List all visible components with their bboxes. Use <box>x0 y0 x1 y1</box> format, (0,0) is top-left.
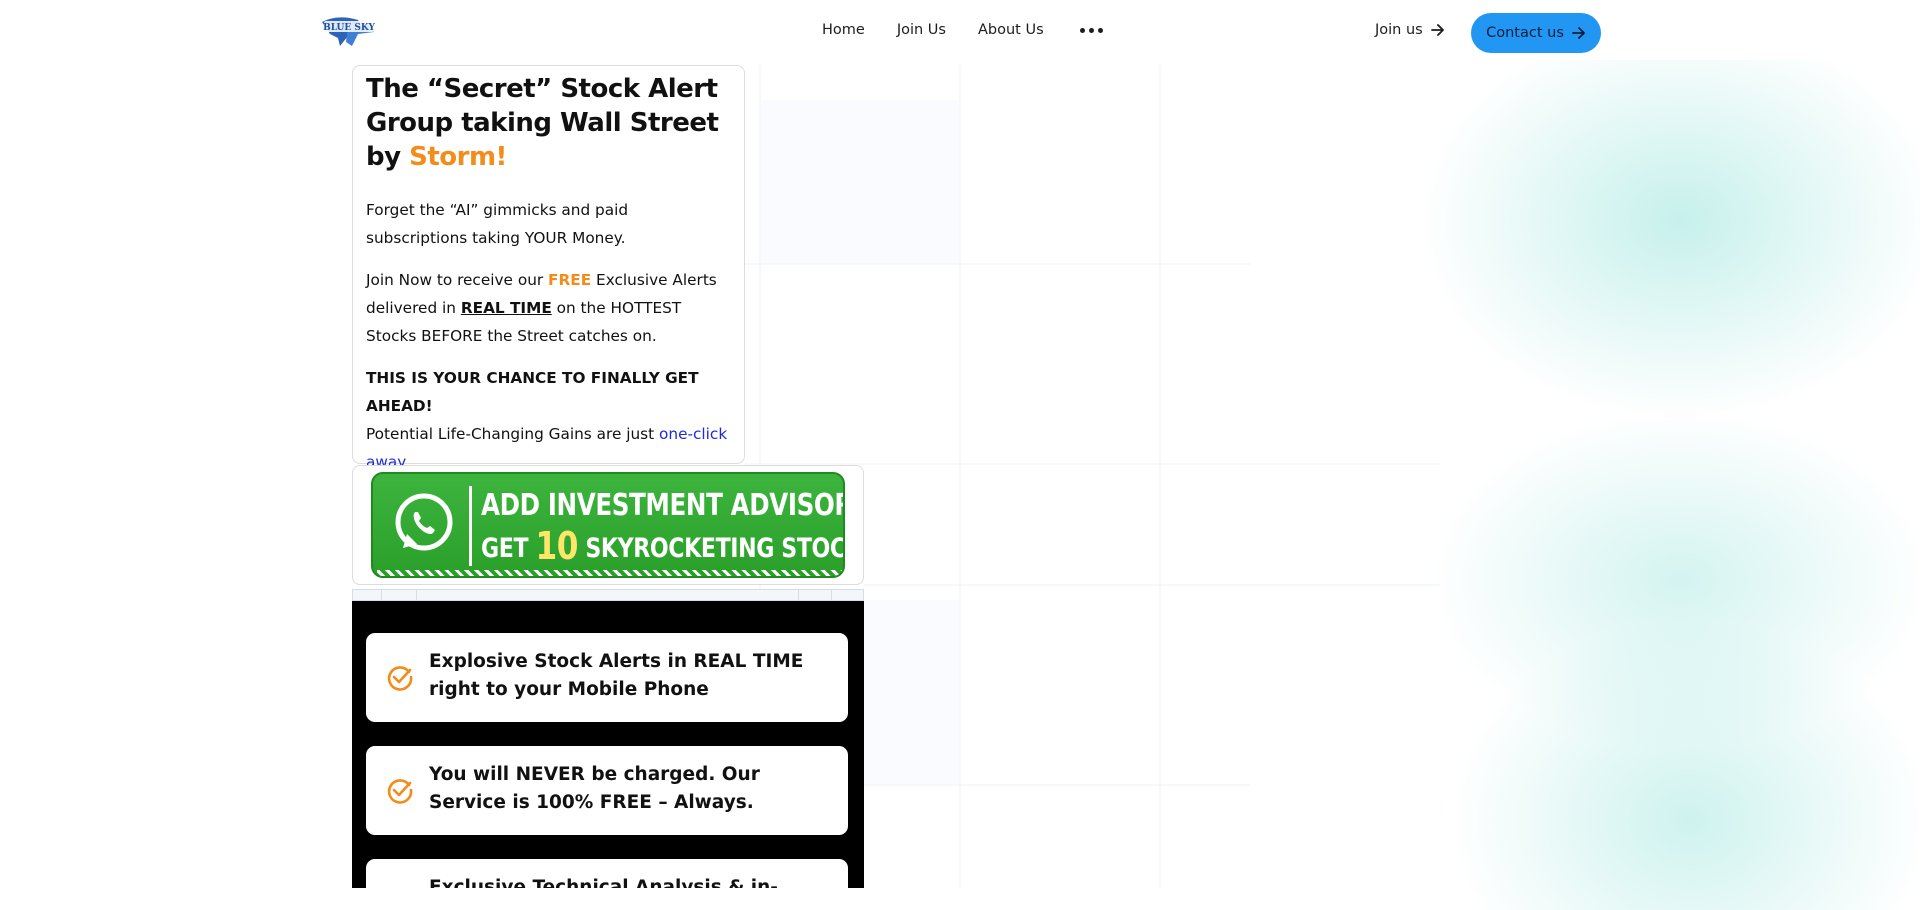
whatsapp-icon <box>395 493 453 551</box>
svg-text:BLUE SKY: BLUE SKY <box>323 23 375 33</box>
hero-title: The “Secret” Stock Alert Group taking Wa… <box>366 72 732 174</box>
top-navbar: BLUE SKY Home Join Us About Us Join us C… <box>0 0 1920 66</box>
chance-headline: THIS IS YOUR CHANCE TO FINALLY GET AHEAD… <box>366 369 699 415</box>
banner-line-1: ADD INVESTMENT ADVISOR <box>481 488 845 523</box>
hero-paragraph-3: THIS IS YOUR CHANCE TO FINALLY GET AHEAD… <box>366 364 732 476</box>
banner-number: 10 <box>535 524 579 568</box>
feature-text: Exclusive Technical Analysis & in-depth <box>429 877 778 888</box>
arrow-right-icon <box>1571 27 1585 39</box>
main-nav: Home Join Us About Us <box>822 22 1103 38</box>
whatsapp-advisor-banner[interactable]: ADD INVESTMENT ADVISOR GET 10 SKYROCKETI… <box>371 472 845 578</box>
feature-item: Explosive Stock Alerts in REAL TIME righ… <box>366 633 848 722</box>
join-us-link[interactable]: Join us <box>1375 22 1445 38</box>
nav-home[interactable]: Home <box>822 22 865 38</box>
hero-title-accent: Storm! <box>409 142 507 172</box>
contact-us-button[interactable]: Contact us <box>1471 13 1601 53</box>
p3-text-a: Potential Life-Changing Gains are just <box>366 425 660 443</box>
teal-glow-decoration <box>1420 60 1920 910</box>
check-circle-icon <box>387 779 413 804</box>
feature-text: You will NEVER be charged. Our Service i… <box>429 764 760 813</box>
arrow-right-icon <box>1430 24 1444 36</box>
more-menu-icon[interactable] <box>1079 24 1103 37</box>
feature-text: Explosive Stock Alerts in REAL TIME righ… <box>429 651 804 700</box>
table-header-strip <box>352 589 864 602</box>
p2-text-a: Join Now to receive our <box>366 271 549 289</box>
hero-card: The “Secret” Stock Alert Group taking Wa… <box>352 65 745 471</box>
banner-stripe <box>377 570 843 576</box>
nav-about-us[interactable]: About Us <box>978 22 1044 38</box>
join-us-label: Join us <box>1375 22 1423 38</box>
banner-line-2: GET 10 SKYROCKETING STOCKS <box>481 524 845 568</box>
check-circle-icon <box>387 666 413 691</box>
free-highlight: FREE <box>548 271 592 289</box>
feature-item: You will NEVER be charged. Our Service i… <box>366 746 848 835</box>
banner-skyrocketing: SKYROCKETING STOCKS <box>585 533 845 564</box>
hero-paragraph-2: Join Now to receive our FREE Exclusive A… <box>366 266 732 350</box>
banner-get: GET <box>481 533 536 564</box>
hero-paragraph-1: Forget the “AI” gimmicks and paid subscr… <box>366 201 629 247</box>
investment-advisor-banner-frame: ADD INVESTMENT ADVISOR GET 10 SKYROCKETI… <box>352 465 864 585</box>
blue-sky-logo[interactable]: BLUE SKY <box>318 12 380 52</box>
real-time-highlight: REAL TIME <box>460 299 552 317</box>
feature-item: Exclusive Technical Analysis & in-depth <box>366 859 848 888</box>
nav-join-us[interactable]: Join Us <box>897 22 946 38</box>
banner-divider <box>469 486 472 566</box>
features-panel: Explosive Stock Alerts in REAL TIME righ… <box>352 601 864 888</box>
contact-us-label: Contact us <box>1486 25 1564 41</box>
